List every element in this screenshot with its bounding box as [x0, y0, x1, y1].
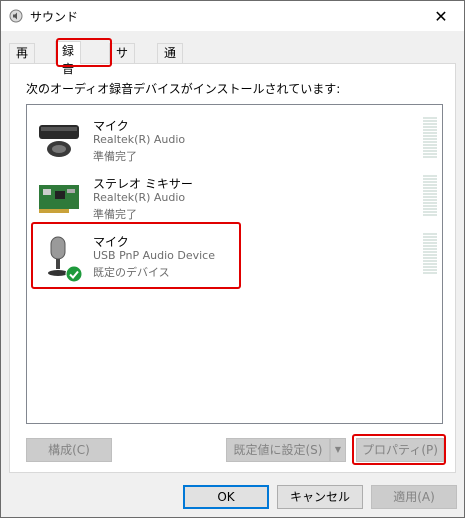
level-meter [423, 175, 437, 217]
device-description: Realtek(R) Audio [93, 191, 186, 204]
device-name: ステレオ ミキサー [93, 177, 193, 191]
device-item-webcam-mic[interactable]: マイク Realtek(R) Audio 準備完了 [33, 113, 437, 171]
device-description: USB PnP Audio Device [93, 249, 215, 262]
configure-button[interactable]: 構成(C) [26, 438, 112, 462]
device-status: 準備完了 [93, 150, 137, 163]
ok-button[interactable]: OK [183, 485, 269, 509]
close-icon: ✕ [434, 6, 448, 26]
tab-recording[interactable]: 録音 [55, 41, 82, 76]
sound-dialog: サウンド ✕ 再生 録音 サウンド 通信 次のオーディオ録音デバイスがインストー… [0, 0, 465, 518]
default-checkmark-icon [65, 265, 83, 283]
level-meter [423, 117, 437, 159]
device-description: Realtek(R) Audio [93, 133, 186, 146]
device-name: マイク [93, 119, 129, 133]
tab-communications[interactable]: 通信 [157, 43, 184, 78]
chevron-down-icon: ▼ [334, 445, 342, 454]
set-default-button[interactable]: 既定値に設定(S) [226, 438, 330, 462]
properties-button[interactable]: プロパティ(P) [356, 438, 444, 462]
webcam-mic-icon [39, 125, 79, 157]
speaker-icon [9, 9, 23, 23]
cancel-button[interactable]: キャンセル [277, 485, 363, 509]
set-default-dropdown-button[interactable]: ▼ [330, 438, 346, 462]
title-bar[interactable]: サウンド ✕ [1, 1, 464, 31]
tab-playback[interactable]: 再生 [9, 43, 36, 78]
device-item-usb-mic[interactable]: マイク USB PnP Audio Device 既定のデバイス [33, 229, 437, 287]
apply-button[interactable]: 適用(A) [371, 485, 457, 509]
device-item-stereo-mixer[interactable]: ステレオ ミキサー Realtek(R) Audio 準備完了 [33, 171, 437, 229]
instructions-text: 次のオーディオ録音デバイスがインストールされています: [26, 82, 341, 96]
recording-panel: 次のオーディオ録音デバイスがインストールされています: マイク Realtek(… [9, 63, 456, 473]
device-status: 準備完了 [93, 208, 137, 221]
sound-card-icon [39, 185, 79, 213]
tab-sounds[interactable]: サウンド [109, 43, 136, 114]
device-status: 既定のデバイス [93, 266, 170, 279]
device-name: マイク [93, 235, 129, 249]
close-button[interactable]: ✕ [418, 1, 464, 31]
window-title: サウンド [30, 10, 79, 24]
level-meter [423, 233, 437, 275]
device-list[interactable]: マイク Realtek(R) Audio 準備完了 ステレオ ミキサー Real… [26, 104, 443, 424]
